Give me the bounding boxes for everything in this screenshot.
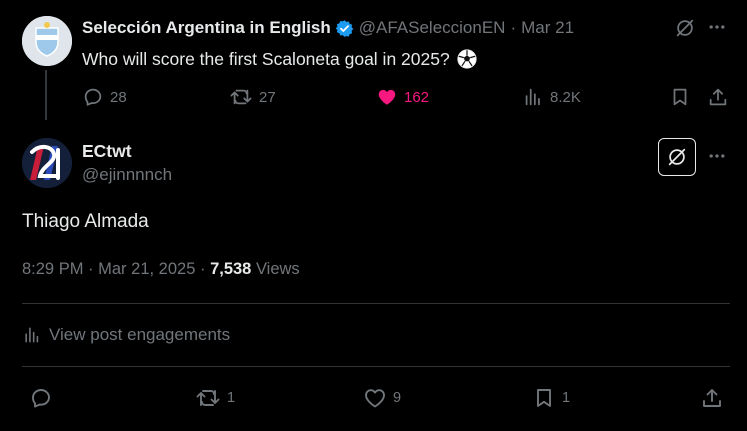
bookmark-icon <box>669 86 691 108</box>
parent-tweet-body: Who will score the first Scaloneta goal … <box>82 48 450 69</box>
divider <box>22 366 730 367</box>
separator-dot: · <box>510 18 517 37</box>
reply-icon <box>82 86 104 108</box>
repost-count: 1 <box>227 390 236 406</box>
grok-icon <box>666 146 688 168</box>
bookmark-count: 1 <box>562 390 571 406</box>
repost-count: 27 <box>259 88 276 106</box>
repost-icon <box>229 86 253 108</box>
parent-post-date[interactable]: Mar 21 <box>521 18 574 38</box>
divider <box>22 303 730 304</box>
more-options-icon[interactable] <box>707 146 727 166</box>
like-button[interactable]: 9 <box>363 386 401 410</box>
views-count: 7,538 <box>210 260 252 278</box>
heart-icon <box>363 386 387 410</box>
views-label: Views <box>255 260 300 278</box>
soccer-ball-icon <box>456 48 478 70</box>
reply-count: 28 <box>110 88 127 106</box>
post-time[interactable]: 8:29 PM <box>22 260 83 278</box>
separator-dot: · <box>199 260 206 278</box>
parent-like-button[interactable]: 162 <box>376 86 429 108</box>
parent-reply-button[interactable]: 28 <box>82 86 127 108</box>
share-button[interactable] <box>700 386 724 410</box>
like-count: 9 <box>393 390 402 406</box>
share-icon <box>707 86 729 108</box>
like-count: 162 <box>404 88 430 106</box>
bookmark-button[interactable]: 1 <box>532 386 570 410</box>
reply-icon <box>29 386 53 410</box>
bookmark-icon <box>532 386 556 410</box>
engagements-label: View post engagements <box>49 325 231 344</box>
more-options-icon[interactable] <box>707 17 727 37</box>
thread-connector-line <box>45 70 47 120</box>
repost-button[interactable]: 1 <box>195 386 235 410</box>
reply-tweet-text: Thiago Almada <box>22 211 149 232</box>
parent-repost-button[interactable]: 27 <box>229 86 276 108</box>
parent-tweet-text: Who will score the first Scaloneta goal … <box>82 48 478 70</box>
reply-author-name[interactable]: ECtwt <box>82 141 132 162</box>
separator-dot: · <box>88 260 94 278</box>
view-engagements-link[interactable]: View post engagements <box>22 325 230 345</box>
views-count: 8.2K <box>550 88 581 106</box>
analytics-icon <box>22 325 42 345</box>
verified-badge-icon <box>335 19 354 38</box>
heart-filled-icon <box>376 86 398 108</box>
analytics-icon <box>522 86 544 108</box>
parent-author-name[interactable]: Selección Argentina in English <box>82 18 331 38</box>
parent-share-button[interactable] <box>707 86 729 108</box>
parent-bookmark-button[interactable] <box>669 86 691 108</box>
post-metadata: 8:29 PM · Mar 21, 2025 · 7,538 Views <box>22 260 300 279</box>
post-date[interactable]: Mar 21, 2025 <box>98 260 195 278</box>
grok-button[interactable] <box>658 138 696 176</box>
share-icon <box>700 386 724 410</box>
repost-icon <box>195 386 221 410</box>
parent-author-handle[interactable]: @AFASeleccionEN <box>359 18 506 38</box>
parent-tweet-header: Selección Argentina in English @AFASelec… <box>82 17 574 39</box>
parent-avatar[interactable] <box>22 16 72 66</box>
reply-button[interactable] <box>29 386 53 410</box>
reply-author-handle[interactable]: @ejinnnnch <box>82 165 172 185</box>
grok-icon[interactable] <box>674 17 696 39</box>
parent-views-button[interactable]: 8.2K <box>522 86 581 108</box>
reply-author-avatar[interactable] <box>22 138 72 188</box>
